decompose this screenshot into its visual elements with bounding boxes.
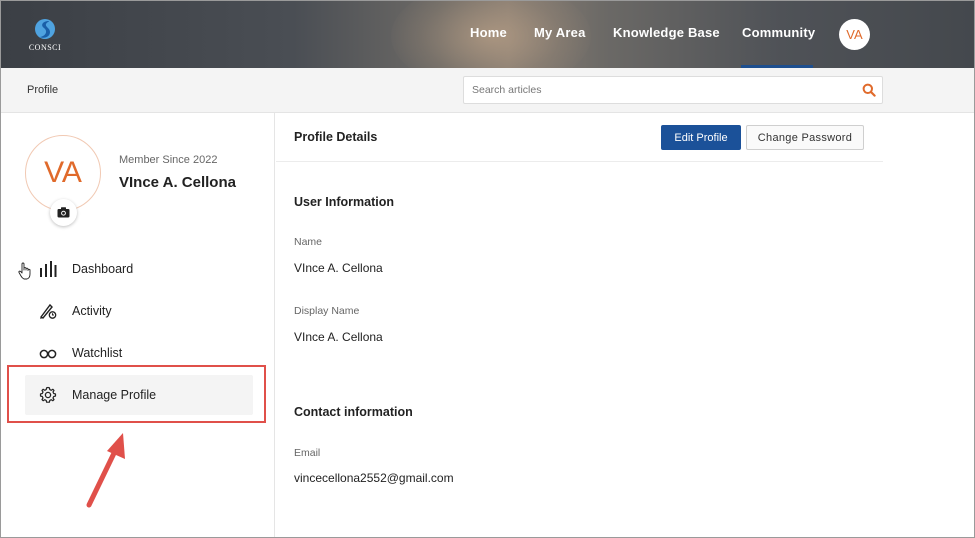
change-password-button[interactable]: Change Password: [746, 125, 864, 150]
user-information-heading: User Information: [294, 195, 395, 209]
search-box[interactable]: [463, 76, 883, 104]
top-header: CONSCI Home My Area Knowledge Base Commu…: [1, 1, 974, 91]
email-label: Email: [294, 447, 321, 459]
nav-community[interactable]: Community: [742, 25, 815, 45]
email-value: vincecellona2552@gmail.com: [294, 471, 454, 485]
display-name-value: VInce A. Cellona: [294, 330, 383, 344]
pen-clock-icon: [39, 303, 57, 319]
bar-chart-icon: [40, 261, 57, 277]
name-value: VInce A. Cellona: [294, 261, 383, 275]
profile-sidebar: VA Member Since 2022 VInce A. Cellona Da…: [1, 113, 275, 537]
annotation-arrow-icon: [86, 433, 125, 508]
logo-text: CONSCI: [28, 43, 62, 52]
member-since-text: Member Since 2022: [119, 154, 218, 166]
sidebar-item-dashboard[interactable]: Dashboard: [25, 249, 253, 289]
name-label: Name: [294, 236, 323, 248]
sub-header: Profile: [1, 68, 974, 113]
search-icon[interactable]: [862, 83, 876, 97]
profile-details-panel: Profile Details Edit Profile Change Pass…: [276, 113, 974, 537]
breadcrumb[interactable]: Profile: [27, 84, 58, 96]
contact-information-heading: Contact information: [294, 405, 413, 419]
glasses-icon: [39, 349, 57, 359]
sidebar-item-label: Dashboard: [72, 262, 134, 276]
edit-profile-button[interactable]: Edit Profile: [661, 125, 741, 150]
logo-mark-icon: [35, 19, 55, 39]
display-name-label: Display Name: [294, 305, 360, 317]
brand-logo[interactable]: CONSCI: [27, 16, 63, 56]
user-avatar-menu[interactable]: VA: [839, 19, 870, 50]
change-photo-button[interactable]: [50, 199, 77, 226]
nav-knowledge-base[interactable]: Knowledge Base: [613, 25, 720, 45]
sidebar-item-label: Watchlist: [72, 346, 123, 360]
profile-details-title: Profile Details: [294, 130, 378, 144]
camera-icon: [57, 207, 70, 218]
hand-cursor-icon: [18, 262, 31, 280]
nav-my-area[interactable]: My Area: [534, 25, 586, 45]
divider: [276, 161, 883, 162]
annotation-highlight-box: [7, 365, 266, 423]
page-frame: CONSCI Home My Area Knowledge Base Commu…: [0, 0, 975, 538]
sidebar-item-activity[interactable]: Activity: [25, 291, 253, 331]
nav-home[interactable]: Home: [470, 25, 507, 45]
search-input[interactable]: [464, 77, 844, 103]
profile-name: VInce A. Cellona: [119, 174, 236, 191]
sidebar-item-label: Activity: [72, 304, 112, 318]
